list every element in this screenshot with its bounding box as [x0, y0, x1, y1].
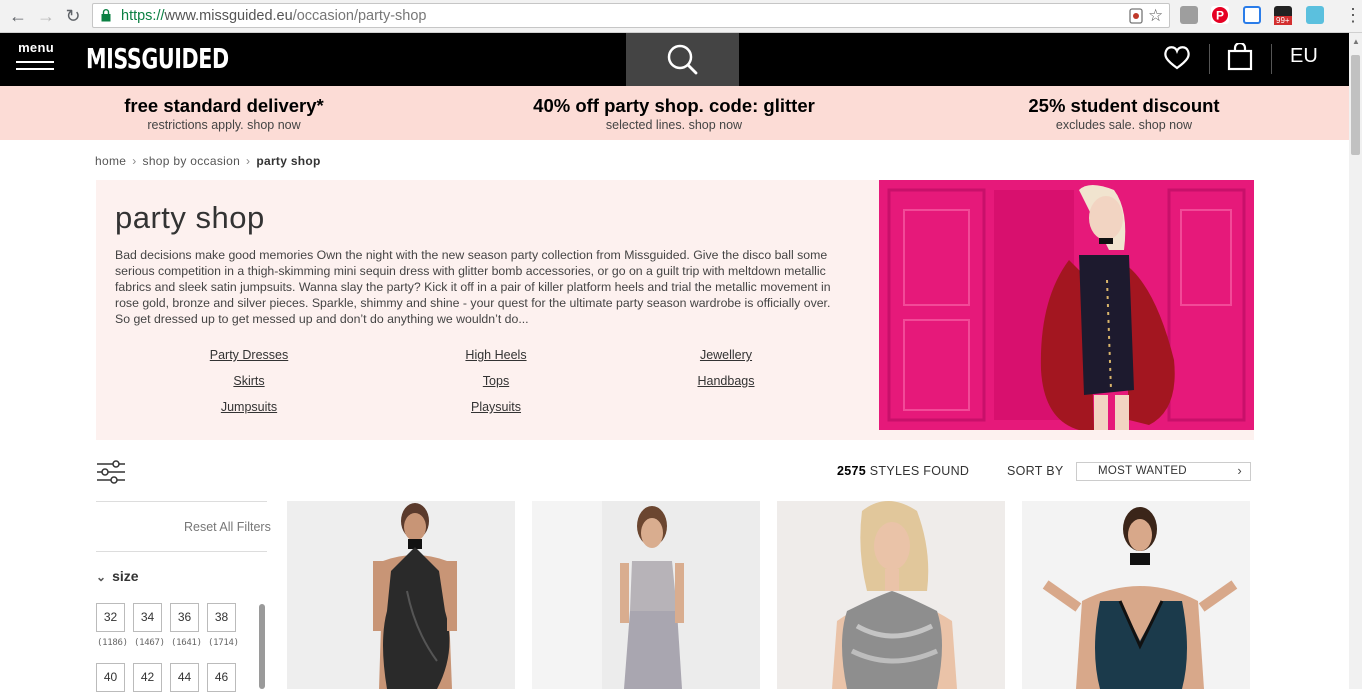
size-option[interactable]: 40: [96, 663, 125, 692]
promo-delivery[interactable]: free standard delivery* restrictions app…: [74, 95, 374, 132]
product-image: [777, 501, 1005, 689]
category-description: Bad decisions make good memories Own the…: [115, 248, 831, 326]
size-option[interactable]: 32: [96, 603, 125, 632]
notification-extension-icon[interactable]: 99+: [1274, 6, 1292, 25]
svg-text:P: P: [1216, 9, 1224, 23]
product-card[interactable]: [777, 501, 1005, 689]
size-option[interactable]: 36: [170, 603, 199, 632]
page-scrollbar[interactable]: ▲: [1349, 33, 1362, 689]
promo-title: 25% student discount: [1028, 95, 1220, 116]
breadcrumb-separator: ›: [132, 154, 137, 168]
back-icon[interactable]: ←: [8, 6, 28, 26]
url-text: https://www.missguided.eu/occasion/party…: [121, 8, 426, 24]
breadcrumb-shop-by-occasion[interactable]: shop by occasion: [143, 154, 241, 168]
search-icon: [667, 44, 698, 75]
results-count-number: 2575: [837, 464, 867, 478]
browser-toolbar: ← → ↻ https://www.missguided.eu/occasion…: [0, 0, 1362, 33]
promo-title: 40% off party shop. code: glitter: [533, 95, 815, 116]
menu-button[interactable]: menu: [16, 40, 56, 76]
size-count: (1186): [97, 638, 128, 648]
promo-bar: free standard delivery* restrictions app…: [0, 86, 1349, 140]
category-link-party-dresses[interactable]: Party Dresses: [210, 348, 289, 362]
wishlist-heart-icon[interactable]: [1163, 45, 1191, 71]
hamburger-icon: [16, 61, 54, 75]
reset-filters-link[interactable]: Reset All Filters: [184, 520, 271, 534]
scrollbar-thumb[interactable]: [1351, 55, 1360, 155]
hero-banner-image: [879, 180, 1254, 430]
product-image: [532, 501, 760, 689]
size-count: (1714): [208, 638, 239, 648]
size-option[interactable]: 46: [207, 663, 236, 692]
chevron-down-icon: ⌄: [96, 570, 107, 584]
size-count: (1467): [134, 638, 165, 648]
category-link-high-heels[interactable]: High Heels: [465, 348, 526, 362]
size-count: (1641): [171, 638, 202, 648]
size-option[interactable]: 42: [133, 663, 162, 692]
breadcrumb-current: party shop: [256, 154, 321, 168]
promo-subtitle: selected lines. shop now: [605, 118, 743, 132]
category-link-handbags[interactable]: Handbags: [698, 374, 755, 388]
size-filter-heading: size: [112, 568, 139, 584]
menu-label: menu: [18, 40, 54, 55]
category-link-skirts[interactable]: Skirts: [233, 374, 264, 388]
scroll-up-icon[interactable]: ▲: [1352, 37, 1360, 46]
chevron-right-icon: ›: [1237, 463, 1242, 478]
product-card[interactable]: [1022, 501, 1250, 689]
product-card[interactable]: [287, 501, 515, 689]
extension-badge: 99+: [1274, 16, 1292, 25]
size-list-scrollbar[interactable]: [259, 604, 265, 689]
promo-subtitle: excludes sale. shop now: [1055, 118, 1193, 132]
url-protocol: https://: [121, 8, 165, 24]
breadcrumb-home[interactable]: home: [95, 154, 126, 168]
product-card[interactable]: [532, 501, 760, 689]
page-title: party shop: [115, 200, 265, 235]
category-hero: party shop Bad decisions make good memor…: [96, 180, 1254, 440]
size-option[interactable]: 44: [170, 663, 199, 692]
promo-student[interactable]: 25% student discount excludes sale. shop…: [974, 95, 1274, 132]
results-count: 2575 STYLES FOUND: [837, 464, 969, 478]
sort-dropdown[interactable]: MOST WANTED ›: [1076, 462, 1251, 481]
forward-icon[interactable]: →: [36, 6, 56, 26]
site-logo[interactable]: MISSGUIDED: [86, 42, 229, 75]
header-divider: [1271, 44, 1272, 74]
shopping-bag-icon[interactable]: [1227, 43, 1253, 71]
fst-extension-icon[interactable]: [1306, 6, 1324, 24]
site-settings-icon[interactable]: [1129, 8, 1143, 28]
promo-subtitle: restrictions apply. shop now: [147, 118, 301, 132]
region-selector[interactable]: EU: [1290, 45, 1318, 68]
translate-extension-icon[interactable]: [1243, 6, 1261, 24]
site-header: menu MISSGUIDED EU: [0, 33, 1349, 86]
promo-title: free standard delivery*: [124, 95, 324, 116]
url-path: /occasion/party-shop: [292, 8, 427, 24]
product-image: [1022, 501, 1250, 689]
product-image: [287, 501, 515, 689]
category-link-playsuits[interactable]: Playsuits: [471, 400, 521, 414]
breadcrumb-separator: ›: [246, 154, 251, 168]
promo-discount[interactable]: 40% off party shop. code: glitter select…: [494, 95, 854, 132]
breadcrumb: home › shop by occasion › party shop: [95, 154, 321, 168]
results-count-label: STYLES FOUND: [869, 464, 970, 478]
sort-label: SORT BY: [1007, 464, 1064, 478]
search-button[interactable]: [626, 33, 739, 86]
size-filter-toggle[interactable]: ⌄ size: [96, 568, 139, 584]
category-link-jumpsuits[interactable]: Jumpsuits: [221, 400, 277, 414]
pinterest-icon[interactable]: P: [1211, 6, 1229, 24]
browser-menu-icon[interactable]: ⋮: [1344, 5, 1362, 26]
lock-icon: [101, 9, 111, 22]
reload-icon[interactable]: ↻: [63, 6, 83, 26]
size-option[interactable]: 38: [207, 603, 236, 632]
extension-icon[interactable]: [1180, 6, 1198, 24]
category-link-jewellery[interactable]: Jewellery: [700, 348, 752, 362]
header-divider: [1209, 44, 1210, 74]
size-option[interactable]: 34: [133, 603, 162, 632]
bookmark-star-icon[interactable]: ☆: [1148, 6, 1163, 26]
sidebar-divider: [96, 551, 267, 552]
url-domain: www.missguided.eu: [164, 8, 293, 24]
category-link-tops[interactable]: Tops: [483, 374, 509, 388]
address-bar[interactable]: https://www.missguided.eu/occasion/party…: [92, 3, 1170, 28]
filter-sliders-icon[interactable]: [96, 460, 126, 484]
sort-value: MOST WANTED: [1098, 465, 1187, 477]
sidebar-divider: [96, 501, 267, 502]
